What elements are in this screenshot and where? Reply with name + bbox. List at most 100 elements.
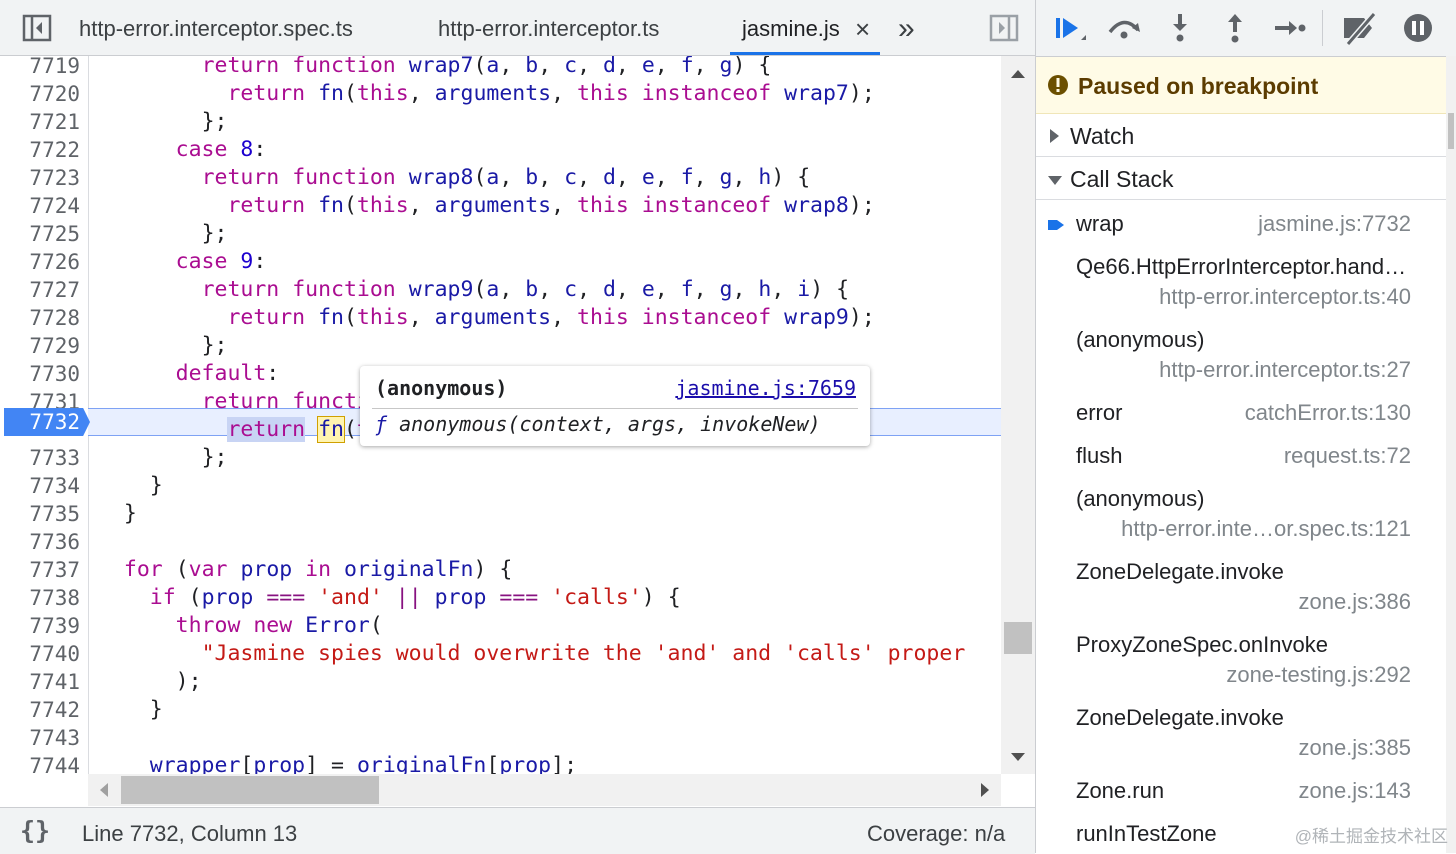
line-number[interactable]: 7740 [0, 640, 80, 668]
line-number[interactable]: 7724 [0, 192, 80, 220]
close-tab-icon[interactable]: × [855, 0, 870, 55]
code-line: throw new Error( [175, 613, 383, 638]
line-number[interactable]: 7734 [0, 472, 80, 500]
toggle-debugger-sidebar-icon[interactable] [988, 12, 1020, 44]
editor-horizontal-scrollbar[interactable] [88, 774, 1001, 806]
sidebar-scrollbar[interactable] [1446, 56, 1456, 853]
code-editor[interactable]: 7719 7720 7721 7722 7723 7724 7725 7726 7727 7728… [0, 56, 1001, 774]
active-tab-indicator [730, 52, 880, 55]
line-number[interactable]: 7744 [0, 752, 80, 774]
step-into-icon[interactable] [1160, 10, 1200, 46]
tab-http-error-interceptor-spec[interactable]: http-error.interceptor.spec.ts [79, 0, 353, 55]
pretty-print-button[interactable]: {} [20, 816, 50, 845]
line-number[interactable]: 7737 [0, 556, 80, 584]
line-number[interactable]: 7725 [0, 220, 80, 248]
call-stack-frame[interactable]: error catchError.ts:130 [1036, 390, 1446, 434]
code-line: if (prop === 'and' || prop === 'calls') … [149, 585, 681, 610]
step-out-icon[interactable] [1215, 10, 1255, 46]
code-line: return fn(this, arguments, this instance… [227, 81, 875, 106]
line-number[interactable]: 7721 [0, 108, 80, 136]
line-number[interactable]: 7743 [0, 724, 80, 752]
watermark: @稀土掘金技术社区 [1294, 827, 1448, 846]
popover-source-link[interactable]: jasmine.js:7659 [675, 376, 856, 400]
call-stack-frame[interactable]: flush request.ts:72 [1036, 433, 1446, 477]
paused-banner: Paused on breakpoint [1036, 57, 1446, 114]
step-icon[interactable] [1269, 10, 1309, 46]
call-stack-frame[interactable]: Zone.run zone.js:143 [1036, 768, 1446, 812]
code-line: default: [175, 361, 280, 386]
frame-function-name: ZoneDelegate.invoke [1076, 559, 1284, 584]
code-line: }; [201, 109, 228, 134]
code-line: return fn(this, arguments, this instance… [227, 305, 875, 330]
function-icon: ƒ [375, 412, 388, 436]
sidebar-scroll-thumb[interactable] [1448, 113, 1454, 149]
editor-tab-bar: http-error.interceptor.spec.ts http-erro… [0, 0, 1035, 56]
line-number[interactable]: 7742 [0, 696, 80, 724]
frame-location: zone-testing.js:292 [1226, 662, 1411, 687]
call-stack-frame[interactable]: ZoneDelegate.invoke zone.js:385 [1036, 695, 1446, 769]
call-stack-section-header[interactable]: Call Stack [1036, 157, 1446, 200]
line-number[interactable]: 7729 [0, 332, 80, 360]
editor-vertical-scrollbar[interactable] [1001, 56, 1035, 774]
call-stack-frame[interactable]: ProxyZoneSpec.onInvoke zone-testing.js:29… [1036, 622, 1446, 696]
line-number[interactable]: 7722 [0, 136, 80, 164]
code-line: ); [175, 669, 202, 694]
function-preview-popover: (anonymous) jasmine.js:7659 ƒ anonymous(… [360, 366, 870, 446]
line-number[interactable]: 7736 [0, 528, 80, 556]
cursor-position: Line 7732, Column 13 [82, 821, 298, 846]
line-number[interactable]: 7728 [0, 304, 80, 332]
tab-http-error-interceptor[interactable]: http-error.interceptor.ts [438, 0, 659, 55]
line-number[interactable]: 7720 [0, 80, 80, 108]
code-line: }; [201, 445, 228, 470]
line-number[interactable]: 7726 [0, 248, 80, 276]
toolbar-separator [1322, 10, 1323, 46]
scroll-left-icon[interactable] [100, 783, 108, 797]
tab-jasmine-js[interactable]: jasmine.js [742, 0, 840, 55]
code-line: return function wrap9(a, b, c, d, e, f, … [201, 277, 850, 302]
collapse-triangle-icon [1048, 176, 1062, 185]
line-number[interactable]: 7738 [0, 584, 80, 612]
scroll-up-icon[interactable] [1011, 70, 1025, 78]
tab-overflow-icon[interactable]: » [898, 0, 915, 55]
frame-location: zone.js:386 [1298, 589, 1411, 614]
line-number[interactable]: 7733 [0, 444, 80, 472]
frame-location: http-error.interceptor.ts:27 [1159, 357, 1411, 382]
line-number[interactable]: 7741 [0, 668, 80, 696]
frame-function-name: error [1076, 400, 1123, 425]
line-number[interactable]: 7730 [0, 360, 80, 388]
frame-function-name: (anonymous) [1076, 486, 1205, 511]
popover-signature: ƒ anonymous(context, args, invokeNew) [375, 412, 821, 436]
call-stack-frame[interactable]: wrap jasmine.js:7732 [1036, 201, 1446, 245]
line-number[interactable]: 7727 [0, 276, 80, 304]
debugger-sidebar: Paused on breakpoint Watch Call Stack wr… [1036, 0, 1456, 853]
frame-function-name: wrap [1076, 211, 1124, 236]
call-stack-frame[interactable]: (anonymous) http-error.interceptor.ts:27 [1036, 317, 1446, 391]
expand-triangle-icon [1050, 129, 1059, 143]
toggle-navigator-icon[interactable] [21, 12, 53, 44]
signature-text: anonymous(context, args, invokeNew) [399, 412, 821, 436]
scroll-right-icon[interactable] [981, 783, 989, 797]
call-stack-frame[interactable]: ZoneDelegate.invoke zone.js:386 [1036, 549, 1446, 623]
line-number[interactable]: 7723 [0, 164, 80, 192]
frame-location: request.ts:72 [1283, 443, 1411, 468]
line-number[interactable]: 7719 [0, 56, 80, 80]
horizontal-scroll-thumb[interactable] [121, 776, 379, 804]
frame-location: http-error.interceptor.ts:40 [1159, 284, 1411, 309]
line-number[interactable]: 7739 [0, 612, 80, 640]
resume-icon[interactable] [1050, 10, 1090, 46]
frame-location: http-error.inte…or.spec.ts:121 [1121, 516, 1411, 541]
code-line: wrapper[prop] = originalFn[prop]; [149, 753, 578, 774]
scroll-down-icon[interactable] [1011, 753, 1025, 761]
line-number[interactable]: 7735 [0, 500, 80, 528]
frame-function-name: Qe66.HttpErrorInterceptor.hand… [1076, 254, 1407, 279]
breakpoint-marker[interactable]: 7732 [4, 408, 90, 436]
watch-section-header[interactable]: Watch [1036, 114, 1446, 157]
vertical-scroll-thumb[interactable] [1004, 622, 1032, 654]
deactivate-breakpoints-icon[interactable] [1340, 10, 1380, 46]
call-stack-frame[interactable]: (anonymous) http-error.inte…or.spec.ts:12… [1036, 476, 1446, 550]
pause-on-exceptions-icon[interactable] [1398, 10, 1438, 46]
call-stack-frame[interactable]: Qe66.HttpErrorInterceptor.hand… http-erro… [1036, 244, 1446, 318]
step-over-icon[interactable] [1104, 10, 1144, 46]
code-line: return function wrap7(a, b, c, d, e, f, … [201, 56, 772, 78]
code-line: return function wrap8(a, b, c, d, e, f, … [201, 165, 811, 190]
